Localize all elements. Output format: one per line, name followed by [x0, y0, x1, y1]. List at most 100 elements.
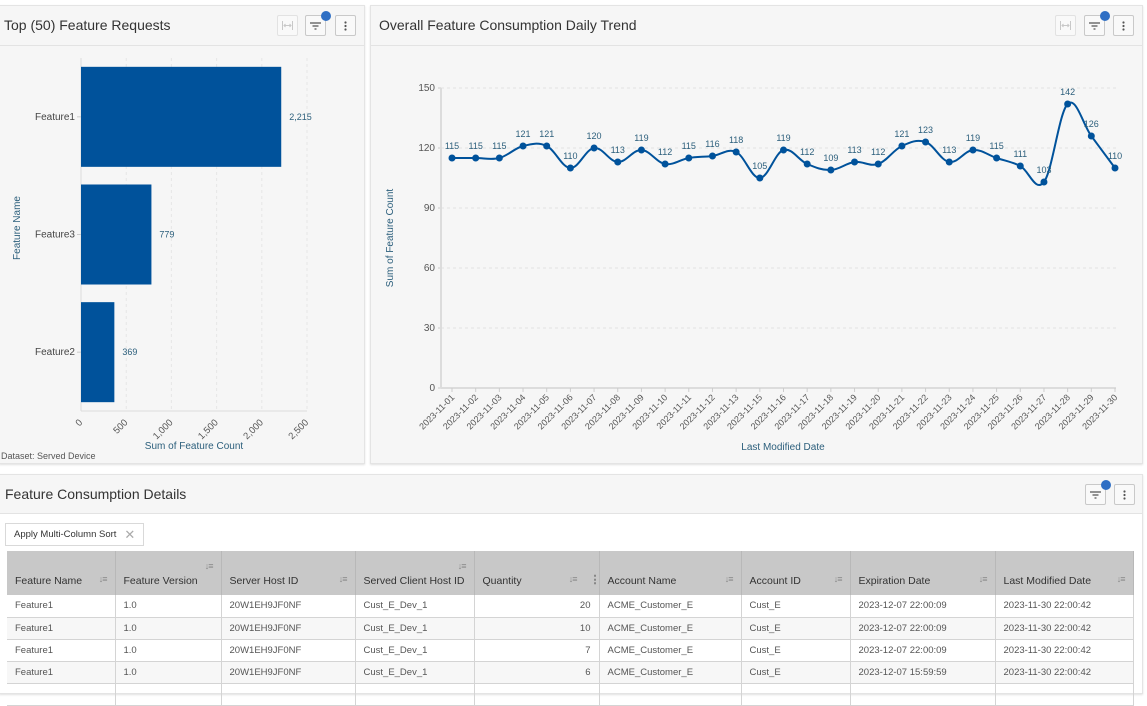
- data-point[interactable]: [1016, 162, 1024, 170]
- trend-line: [451, 101, 1116, 186]
- x-tick-label: 0: [74, 417, 86, 429]
- table-cell: ACME_Customer_E: [599, 595, 742, 618]
- data-point[interactable]: [1111, 164, 1119, 172]
- column-header-feature-version[interactable]: Feature Version ↓≡: [115, 551, 222, 595]
- data-point[interactable]: [448, 154, 456, 162]
- y-tick-label: 120: [418, 143, 435, 154]
- data-point[interactable]: [590, 144, 598, 152]
- table-cell: Feature1: [7, 595, 116, 618]
- data-label: 113: [611, 145, 625, 155]
- data-point[interactable]: [519, 142, 527, 150]
- table-cell: 6: [474, 661, 600, 684]
- data-point[interactable]: [661, 160, 669, 168]
- data-point[interactable]: [803, 160, 811, 168]
- column-header-expiration-date[interactable]: Expiration Date ↓≡: [850, 551, 996, 595]
- column-header-feature-name[interactable]: Feature Name ↓≡: [7, 551, 116, 595]
- table-row[interactable]: Feature1 1.0 20W1EH9JF0NF Cust_E_Dev_1 6 ACME…: [7, 661, 1134, 684]
- data-label: 118: [729, 135, 743, 145]
- table-row[interactable]: Feature1 1.0 20W1EH9JF0NF Cust_E_Dev_1 7 ACME…: [7, 639, 1134, 662]
- data-point[interactable]: [1087, 132, 1095, 140]
- table-cell: 1.0: [115, 617, 222, 640]
- data-point[interactable]: [780, 146, 787, 154]
- table-row[interactable]: Feature1 1.0 20W1EH9JF0NF Cust_E_Dev_1 10 ACM…: [7, 617, 1134, 640]
- close-icon[interactable]: ✕: [124, 528, 135, 541]
- feature-consumption-table: Feature Name ↓≡ Feature Version ↓≡ Server Ho…: [7, 551, 1134, 706]
- data-point[interactable]: [495, 154, 503, 162]
- sort-chip-label: Apply Multi-Column Sort: [14, 529, 117, 540]
- sort-icon[interactable]: ↓≡: [458, 559, 467, 574]
- multi-column-sort-chip[interactable]: Apply Multi-Column Sort ✕: [5, 523, 145, 546]
- table-cell: ACME_Customer_E: [599, 661, 742, 684]
- table-cell: 2023-11-30 22:00:42: [995, 661, 1134, 684]
- data-label: 120: [587, 131, 602, 141]
- data-point[interactable]: [732, 148, 740, 156]
- data-label: 109: [823, 153, 838, 163]
- table-cell: Cust_E_Dev_1: [355, 661, 475, 684]
- data-label: 121: [516, 129, 531, 139]
- data-label: 115: [445, 141, 459, 151]
- bar-feature1[interactable]: [81, 66, 282, 167]
- sort-icon[interactable]: ↓≡: [205, 559, 214, 574]
- sort-icon[interactable]: ↓≡: [339, 572, 348, 587]
- table-cell: Feature1: [7, 639, 116, 662]
- table-cell: 2023-12-07 15:59:59: [850, 661, 996, 684]
- feature-requests-bar-chart: Feature1 2,215 Feature3 779 Feature2 369 0 500…: [12, 58, 312, 452]
- data-point[interactable]: [756, 174, 764, 182]
- y-tick-label: Feature2: [35, 347, 75, 358]
- x-axis-title: Last Modified Date: [741, 442, 825, 453]
- bar-value-label: 2,215: [289, 112, 312, 122]
- x-tick-label: 500: [111, 417, 130, 436]
- sort-icon[interactable]: ↓≡: [979, 572, 988, 587]
- sort-icon[interactable]: ↓≡: [725, 572, 734, 587]
- data-point[interactable]: [874, 160, 882, 168]
- sort-icon[interactable]: ↓≡: [834, 572, 843, 587]
- data-point[interactable]: [945, 158, 953, 166]
- data-label: 110: [1108, 151, 1122, 161]
- feature-requests-panel: Top (50) Feature Requests Feature1 2,215 F…: [0, 5, 365, 464]
- data-point[interactable]: [614, 158, 622, 166]
- data-point[interactable]: [969, 146, 977, 154]
- data-point[interactable]: [566, 164, 574, 172]
- column-header-account-id[interactable]: Account ID ↓≡: [741, 551, 851, 595]
- filter-button[interactable]: [1085, 480, 1111, 505]
- data-point[interactable]: [685, 154, 693, 162]
- column-header-label: Account Name: [607, 575, 677, 587]
- data-point[interactable]: [1064, 100, 1072, 108]
- table-cell: Feature1: [7, 661, 116, 684]
- sort-icon[interactable]: ↓≡: [99, 572, 108, 587]
- data-point[interactable]: [898, 142, 906, 150]
- data-label: 115: [492, 141, 506, 151]
- x-tick-label: 2,000: [241, 417, 266, 442]
- sort-icon[interactable]: ↓≡: [569, 572, 578, 587]
- data-point[interactable]: [637, 146, 645, 154]
- data-label: 110: [563, 151, 577, 161]
- table-row[interactable]: [7, 683, 1134, 706]
- table-cell: Feature1: [7, 617, 116, 640]
- table-row[interactable]: Feature1 1.0 20W1EH9JF0NF Cust_E_Dev_1 20 ACM…: [7, 595, 1134, 618]
- data-point[interactable]: [708, 152, 716, 160]
- data-point[interactable]: [827, 166, 835, 174]
- sort-descending-icon[interactable]: ↓≡: [1117, 572, 1126, 587]
- y-tick-label: 150: [418, 83, 435, 94]
- more-options-button[interactable]: [1114, 484, 1135, 505]
- data-point[interactable]: [993, 154, 1001, 162]
- data-point[interactable]: [851, 158, 859, 166]
- column-header-server-host-id[interactable]: Server Host ID ↓≡: [221, 551, 356, 595]
- column-header-label: Served Client Host ID: [363, 575, 465, 587]
- y-tick-label: Feature3: [35, 230, 75, 241]
- column-header-account-name[interactable]: Account Name ↓≡: [599, 551, 742, 595]
- y-axis-title: Sum of Feature Count: [385, 189, 396, 288]
- column-header-quantity[interactable]: Quantity ↓≡ ⋮: [474, 551, 601, 595]
- x-tick-label: 1,500: [196, 417, 221, 442]
- data-point[interactable]: [1040, 178, 1048, 186]
- data-point[interactable]: [543, 142, 551, 150]
- data-point[interactable]: [472, 154, 480, 162]
- column-header-served-client-host-id[interactable]: Served Client Host ID ↓≡: [355, 551, 475, 595]
- column-header-label: Feature Version: [123, 575, 198, 587]
- bar-feature2[interactable]: [81, 302, 115, 403]
- column-header-last-modified-date[interactable]: Last Modified Date ↓≡: [995, 551, 1134, 595]
- data-point[interactable]: [922, 138, 930, 146]
- filter-active-badge: [1101, 480, 1111, 490]
- data-label: 119: [634, 133, 648, 143]
- bar-feature3[interactable]: [81, 184, 152, 285]
